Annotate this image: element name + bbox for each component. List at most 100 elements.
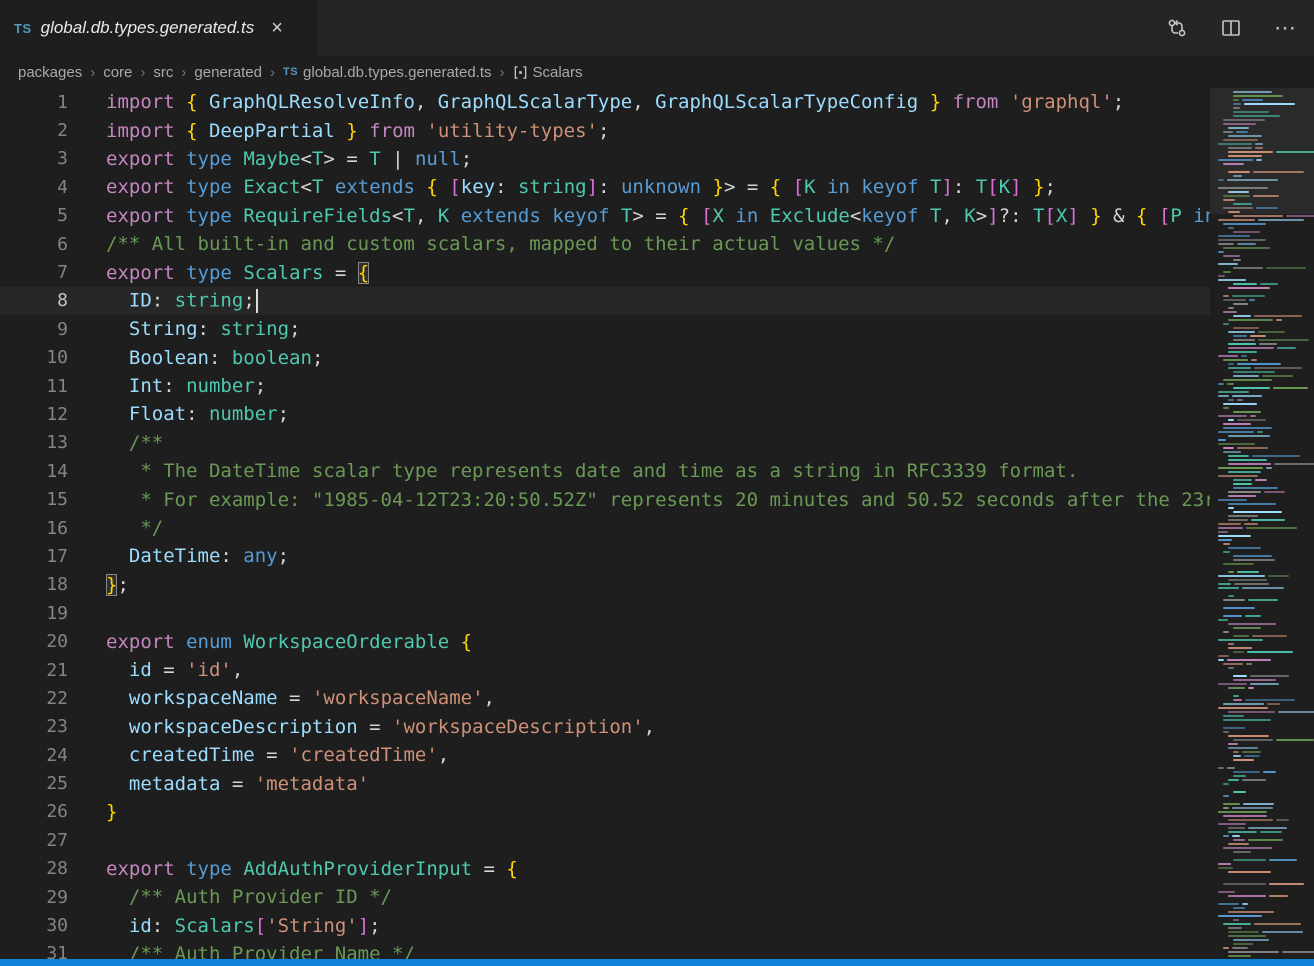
- line-number: 19: [0, 603, 68, 624]
- chevron-right-icon: ›: [270, 64, 275, 81]
- editor-actions: ⋯: [1164, 0, 1298, 56]
- code-text: export type RequireFields<T, K extends k…: [106, 205, 1210, 227]
- code-line[interactable]: 15 * For example: "1985-04-12T23:20:50.5…: [0, 485, 1210, 513]
- line-number: 24: [0, 745, 68, 766]
- line-number: 8: [0, 290, 68, 311]
- more-actions-button[interactable]: ⋯: [1272, 15, 1298, 41]
- code-text: import { DeepPartial } from 'utility-typ…: [106, 120, 1210, 142]
- code-text: /** All built-in and custom scalars, map…: [106, 233, 1210, 255]
- code-line[interactable]: 2 import { DeepPartial } from 'utility-ty…: [0, 116, 1210, 144]
- code-line[interactable]: 18};: [0, 571, 1210, 599]
- code-line[interactable]: 17 DateTime: any;: [0, 542, 1210, 570]
- chevron-right-icon: ›: [500, 64, 505, 81]
- code-line[interactable]: 5 export type RequireFields<T, K extends …: [0, 202, 1210, 230]
- code-line[interactable]: 31 /** Auth Provider Name */: [0, 940, 1210, 959]
- code-text: /** Auth Provider Name */: [106, 943, 1210, 959]
- code-line[interactable]: 9 String: string;: [0, 315, 1210, 343]
- line-number: 17: [0, 546, 68, 567]
- breadcrumb-item-packages[interactable]: packages: [18, 64, 82, 81]
- code-line[interactable]: 1import { GraphQLResolveInfo, GraphQLSca…: [0, 88, 1210, 116]
- code-text: export type Scalars = {: [106, 262, 1210, 284]
- code-text: * For example: "1985-04-12T23:20:50.52Z"…: [106, 489, 1210, 511]
- line-number: 31: [0, 943, 68, 959]
- code-line[interactable]: 30 id: Scalars['String'];: [0, 911, 1210, 939]
- open-changes-icon: [1166, 17, 1188, 39]
- code-line[interactable]: 8 ID: string;: [0, 287, 1210, 315]
- line-number: 2: [0, 120, 68, 141]
- status-bar: [0, 959, 1314, 966]
- line-number: 16: [0, 518, 68, 539]
- line-number: 28: [0, 858, 68, 879]
- line-number: 22: [0, 688, 68, 709]
- text-cursor: [256, 289, 258, 313]
- line-number: 29: [0, 887, 68, 908]
- breadcrumb-label: src: [153, 64, 173, 81]
- code-text: DateTime: any;: [106, 545, 1210, 567]
- breadcrumb-item-generated[interactable]: generated: [194, 64, 262, 81]
- minimap[interactable]: [1210, 88, 1314, 959]
- breadcrumb-item-scalars[interactable]: Scalars: [513, 64, 583, 81]
- breadcrumb-label: packages: [18, 64, 82, 81]
- code-line[interactable]: 22 workspaceName = 'workspaceName',: [0, 684, 1210, 712]
- line-number: 11: [0, 376, 68, 397]
- open-changes-button[interactable]: [1164, 15, 1190, 41]
- code-text: String: string;: [106, 318, 1210, 340]
- code-text: export type Maybe<T> = T | null;: [106, 148, 1210, 170]
- code-line[interactable]: 27: [0, 826, 1210, 854]
- split-editor-button[interactable]: [1218, 15, 1244, 41]
- code-text: ID: string;: [106, 289, 1210, 313]
- editor: 1import { GraphQLResolveInfo, GraphQLSca…: [0, 88, 1314, 959]
- breadcrumb-item-src[interactable]: src: [153, 64, 173, 81]
- breadcrumb-label: generated: [194, 64, 262, 81]
- code-line[interactable]: 16 */: [0, 514, 1210, 542]
- code-line[interactable]: 11 Int: number;: [0, 372, 1210, 400]
- code-line[interactable]: 25 metadata = 'metadata': [0, 769, 1210, 797]
- line-number: 15: [0, 489, 68, 510]
- line-number: 3: [0, 148, 68, 169]
- code-text: workspaceDescription = 'workspaceDescrip…: [106, 716, 1210, 738]
- code-line[interactable]: 23 workspaceDescription = 'workspaceDesc…: [0, 713, 1210, 741]
- code-line[interactable]: 12 Float: number;: [0, 400, 1210, 428]
- tab-global-db-types[interactable]: TS global.db.types.generated.ts ×: [0, 0, 318, 56]
- code-line[interactable]: 13 /**: [0, 429, 1210, 457]
- code-line[interactable]: 7export type Scalars = {: [0, 258, 1210, 286]
- line-number: 30: [0, 915, 68, 936]
- code-text: Int: number;: [106, 375, 1210, 397]
- code-line[interactable]: 3 export type Maybe<T> = T | null;: [0, 145, 1210, 173]
- code-line[interactable]: 28export type AddAuthProviderInput = {: [0, 855, 1210, 883]
- line-number: 25: [0, 773, 68, 794]
- line-number: 18: [0, 574, 68, 595]
- code-line[interactable]: 20export enum WorkspaceOrderable {: [0, 627, 1210, 655]
- code-line[interactable]: 10 Boolean: boolean;: [0, 344, 1210, 372]
- breadcrumb-item-global-db-types-generated-ts[interactable]: TSglobal.db.types.generated.ts: [283, 64, 492, 81]
- code-line[interactable]: 24 createdTime = 'createdTime',: [0, 741, 1210, 769]
- code-line[interactable]: 29 /** Auth Provider ID */: [0, 883, 1210, 911]
- chevron-right-icon: ›: [90, 64, 95, 81]
- close-icon[interactable]: ×: [271, 18, 283, 38]
- code-text: Float: number;: [106, 403, 1210, 425]
- split-editor-icon: [1220, 17, 1242, 39]
- line-number: 1: [0, 92, 68, 113]
- line-number: 26: [0, 801, 68, 822]
- code-line[interactable]: 4export type Exact<T extends { [key: str…: [0, 173, 1210, 201]
- code-text: id = 'id',: [106, 659, 1210, 681]
- code-text: Boolean: boolean;: [106, 347, 1210, 369]
- breadcrumb-label: global.db.types.generated.ts: [303, 64, 491, 81]
- line-number: 20: [0, 631, 68, 652]
- code-line[interactable]: 26}: [0, 798, 1210, 826]
- code-line[interactable]: 21 id = 'id',: [0, 656, 1210, 684]
- code-text: */: [106, 517, 1210, 539]
- code-line[interactable]: 6/** All built-in and custom scalars, ma…: [0, 230, 1210, 258]
- line-number: 5: [0, 205, 68, 226]
- line-number: 27: [0, 830, 68, 851]
- code-text: };: [106, 574, 1210, 596]
- line-number: 14: [0, 461, 68, 482]
- code-text: id: Scalars['String'];: [106, 915, 1210, 937]
- code-text: metadata = 'metadata': [106, 773, 1210, 795]
- code-line[interactable]: 19: [0, 599, 1210, 627]
- code-area[interactable]: 1import { GraphQLResolveInfo, GraphQLSca…: [0, 88, 1210, 959]
- chevron-right-icon: ›: [140, 64, 145, 81]
- code-line[interactable]: 14 * The DateTime scalar type represents…: [0, 457, 1210, 485]
- breadcrumb-item-core[interactable]: core: [103, 64, 132, 81]
- line-number: 23: [0, 716, 68, 737]
